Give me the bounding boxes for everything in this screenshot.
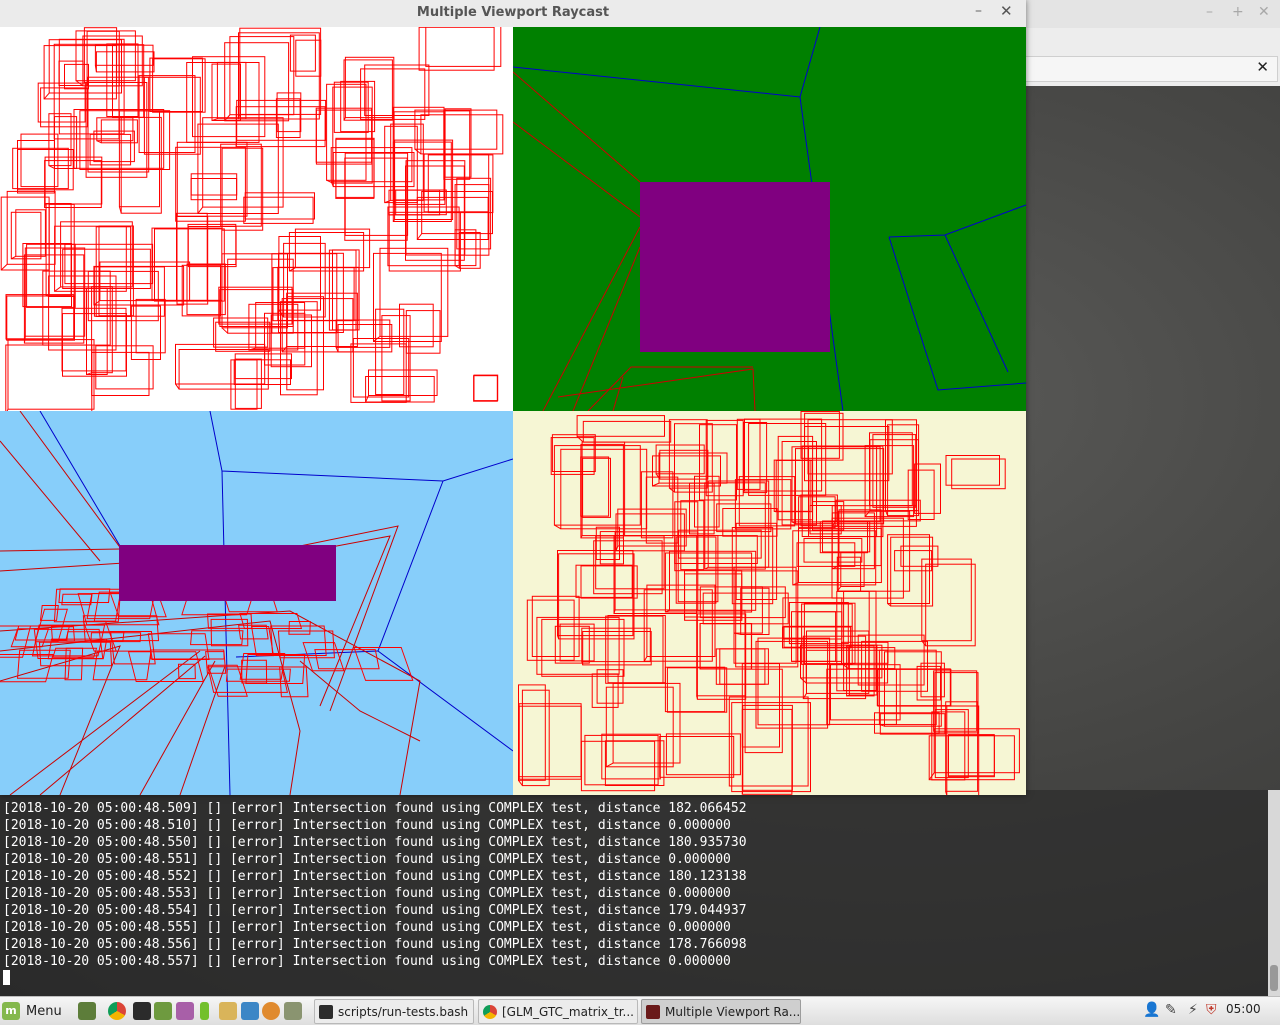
viewport-bottom-right-canvas[interactable] xyxy=(513,411,1026,795)
menu-label: Menu xyxy=(26,1004,62,1019)
terminal-icon xyxy=(319,1005,333,1019)
terminal-icon[interactable] xyxy=(133,1002,151,1020)
viewport-bottom-right-bg xyxy=(513,411,1026,795)
terminal-log: [2018-10-20 05:00:48.509] [] [error] Int… xyxy=(3,800,747,970)
terminal-window[interactable]: [2018-10-20 05:00:48.509] [] [error] Int… xyxy=(0,790,1268,996)
network-icon[interactable]: ✎ xyxy=(1165,1002,1177,1018)
task-label: Multiple Viewport Ra... xyxy=(665,1005,800,1019)
text-editor-icon[interactable] xyxy=(219,1002,237,1020)
log-line: [2018-10-20 05:00:48.554] [] [error] Int… xyxy=(3,902,747,919)
log-line: [2018-10-20 05:00:48.551] [] [error] Int… xyxy=(3,851,747,868)
background-close-button[interactable]: ✕ xyxy=(1258,4,1270,20)
app-icon xyxy=(646,1005,660,1019)
viewport-bottom-left[interactable] xyxy=(0,411,513,795)
task-chrome[interactable]: [GLM_GTC_matrix_tr... xyxy=(478,999,638,1024)
shield-icon[interactable]: ⛨ xyxy=(1206,1002,1217,1018)
background-tab-strip: ✕ xyxy=(1000,56,1278,82)
mint-logo-icon: m xyxy=(2,1002,20,1020)
desktop-icon[interactable] xyxy=(78,1002,96,1020)
viewport-bottom-right[interactable] xyxy=(513,411,1026,795)
terminal-cursor xyxy=(3,970,10,985)
raycast-app-window[interactable]: Multiple Viewport Raycast – ✕ xyxy=(0,0,1026,795)
chrome-icon[interactable] xyxy=(108,1002,126,1020)
user-icon[interactable]: 👤 xyxy=(1143,1002,1160,1018)
log-line: [2018-10-20 05:00:48.552] [] [error] Int… xyxy=(3,868,747,885)
background-maximize-button[interactable]: + xyxy=(1232,4,1244,20)
viewport-bottom-left-canvas[interactable] xyxy=(0,411,513,795)
background-window-titlebar[interactable]: – + ✕ xyxy=(1000,0,1280,28)
clock[interactable]: 05:00 xyxy=(1226,1002,1261,1016)
image-viewer-icon[interactable] xyxy=(176,1002,194,1020)
purple-target-box[interactable] xyxy=(640,182,830,352)
chrome-icon xyxy=(483,1005,497,1019)
battery-icon[interactable] xyxy=(200,1002,209,1020)
viewport-top-right[interactable] xyxy=(513,27,1026,411)
log-line: [2018-10-20 05:00:48.555] [] [error] Int… xyxy=(3,919,747,936)
log-line: [2018-10-20 05:00:48.553] [] [error] Int… xyxy=(3,885,747,902)
viewport-bottom-left-bg xyxy=(0,411,513,795)
background-window[interactable]: – + ✕ ✕ xyxy=(1000,0,1280,86)
viewport-top-left[interactable] xyxy=(0,27,513,411)
log-line: [2018-10-20 05:00:48.550] [] [error] Int… xyxy=(3,834,747,851)
close-button[interactable]: ✕ xyxy=(1000,2,1013,20)
log-line: [2018-10-20 05:00:48.510] [] [error] Int… xyxy=(3,817,747,834)
battery-icon[interactable]: ⚡ xyxy=(1188,1002,1198,1018)
photos-icon[interactable] xyxy=(284,1002,302,1020)
taskbar: m Menu scripts/run-tests.bash [GLM_GTC_m… xyxy=(0,996,1280,1025)
menu-button[interactable]: m Menu xyxy=(2,1000,62,1022)
scrollbar-thumb[interactable] xyxy=(1270,965,1278,991)
background-minimize-button[interactable]: – xyxy=(1206,4,1213,20)
log-line: [2018-10-20 05:00:48.557] [] [error] Int… xyxy=(3,953,747,970)
search-icon[interactable] xyxy=(262,1002,280,1020)
viewport-top-left-canvas[interactable] xyxy=(0,27,513,411)
task-raycast-app[interactable]: Multiple Viewport Ra... xyxy=(641,999,801,1024)
terminal-scrollbar[interactable] xyxy=(1268,790,1280,996)
files-icon[interactable] xyxy=(154,1002,172,1020)
window-title: Multiple Viewport Raycast xyxy=(0,5,1026,20)
task-label: scripts/run-tests.bash xyxy=(338,1005,468,1019)
tab-close-button[interactable]: ✕ xyxy=(1256,58,1269,76)
log-line: [2018-10-20 05:00:48.556] [] [error] Int… xyxy=(3,936,747,953)
wireframe-edge xyxy=(236,140,237,146)
network-icon[interactable] xyxy=(241,1002,259,1020)
viewport-grid[interactable] xyxy=(0,27,1026,795)
viewport-top-right-canvas[interactable] xyxy=(513,27,1026,411)
wireframe-edge xyxy=(742,790,743,794)
purple-target-box[interactable] xyxy=(119,545,336,601)
minimize-button[interactable]: – xyxy=(975,3,982,19)
task-terminal[interactable]: scripts/run-tests.bash xyxy=(314,999,474,1024)
app-titlebar[interactable]: Multiple Viewport Raycast – ✕ xyxy=(0,0,1026,28)
task-label: [GLM_GTC_matrix_tr... xyxy=(502,1005,634,1019)
log-line: [2018-10-20 05:00:48.509] [] [error] Int… xyxy=(3,800,747,817)
